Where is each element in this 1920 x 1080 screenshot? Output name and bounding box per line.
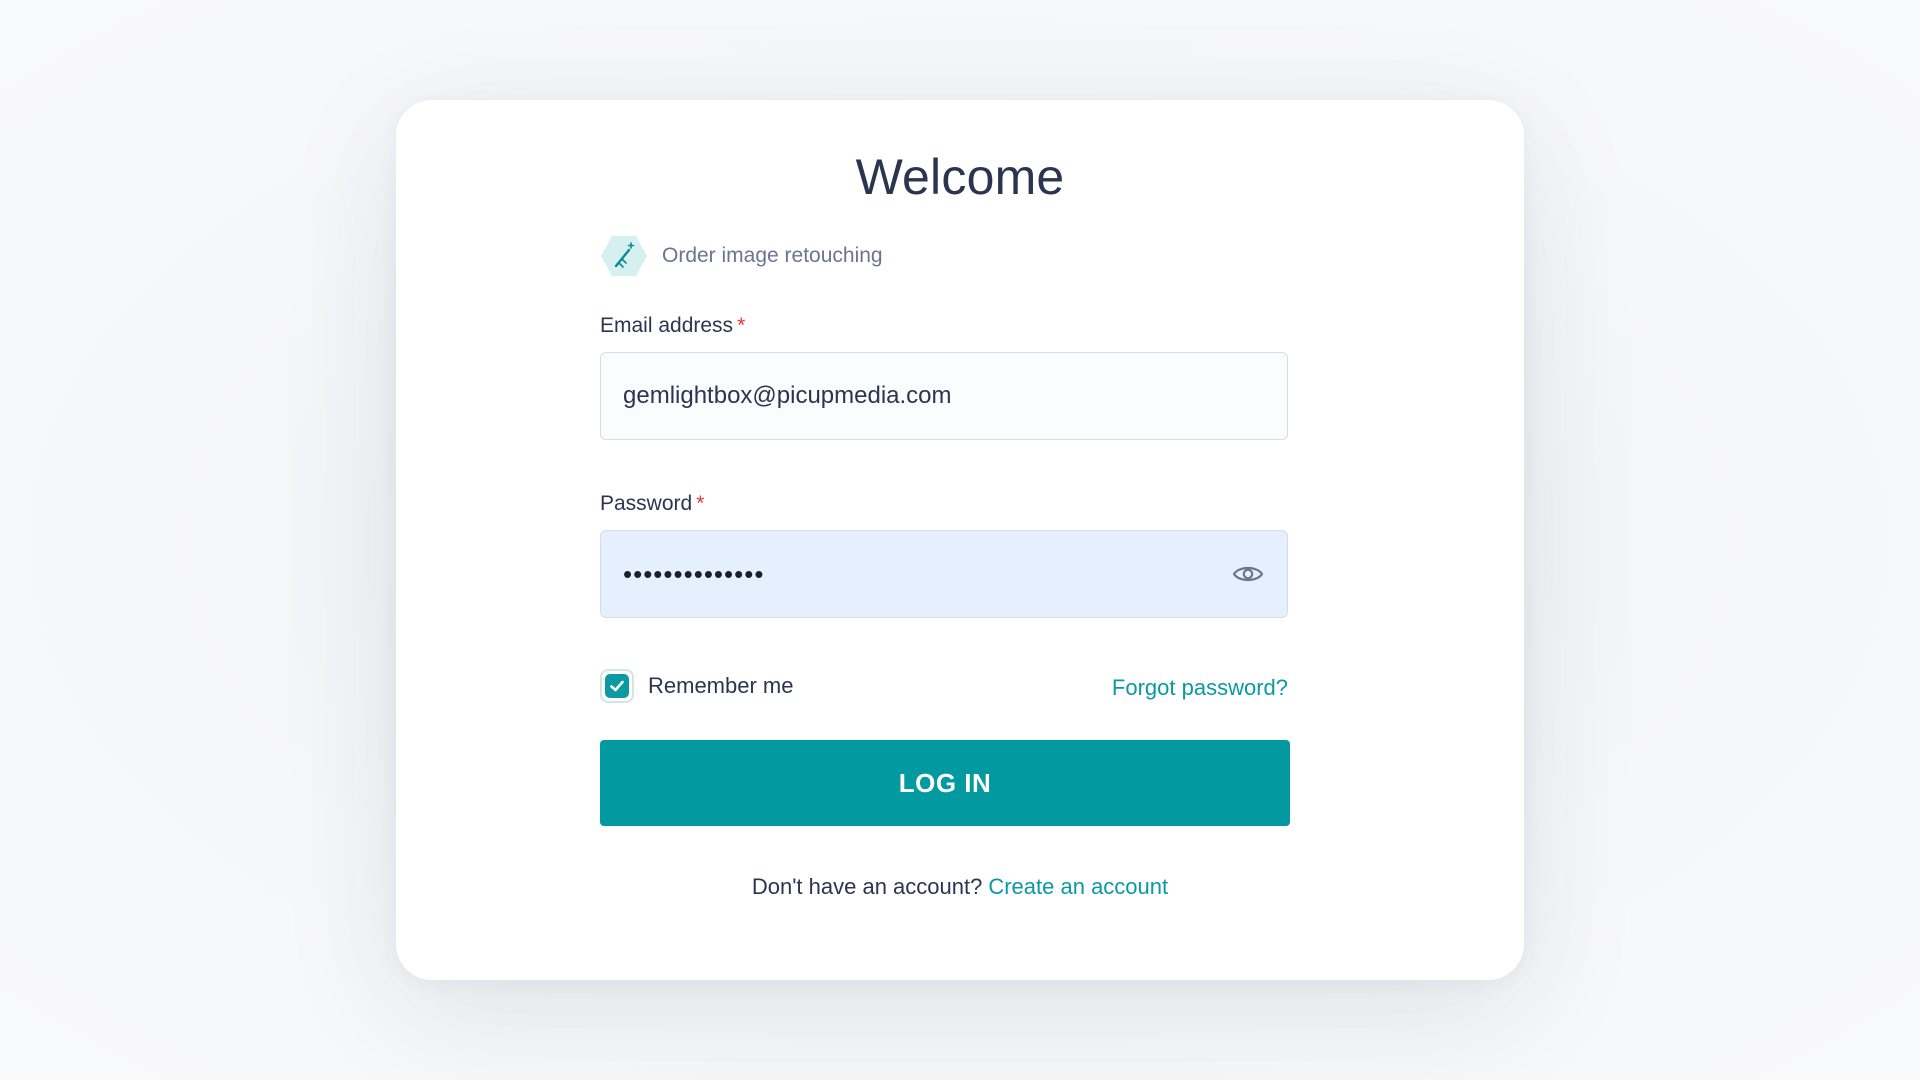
email-label-text: Email address [600, 314, 734, 337]
password-field[interactable]: •••••••••••••• [600, 530, 1288, 618]
log-in-button[interactable]: LOG IN [600, 740, 1290, 826]
email-value: gemlightbox@picupmedia.com [623, 382, 952, 409]
login-card: Welcome Order image retouching Email add… [396, 100, 1524, 980]
email-label: Email address * [600, 314, 745, 338]
options-row: Remember me Forgot password? [600, 664, 1288, 708]
remember-me[interactable]: Remember me [600, 669, 793, 703]
service-label: Order image retouching [662, 244, 883, 267]
signup-prompt-text: Don't have an account? [751, 874, 983, 899]
page-background: Welcome Order image retouching Email add… [0, 0, 1920, 1080]
password-required-marker: * [696, 492, 705, 515]
forgot-password-link[interactable]: Forgot password? [1112, 675, 1288, 701]
remember-me-label: Remember me [648, 673, 794, 698]
email-field[interactable]: gemlightbox@picupmedia.com [600, 352, 1288, 440]
password-label-text: Password [600, 492, 693, 515]
create-account-link[interactable]: Create an account [988, 874, 1168, 899]
email-required-marker: * [737, 314, 746, 337]
signup-prompt: Don't have an account? Create an account [396, 874, 1524, 900]
checkbox-fill [605, 674, 629, 698]
service-badge: Order image retouching [600, 234, 883, 278]
remember-me-checkbox[interactable] [600, 669, 634, 703]
eye-icon[interactable] [1231, 557, 1265, 591]
password-value: •••••••••••••• [623, 559, 765, 589]
page-title: Welcome [855, 149, 1065, 205]
password-label: Password * [600, 492, 704, 516]
checkmark-icon [610, 680, 624, 692]
magic-wand-icon [601, 236, 647, 276]
